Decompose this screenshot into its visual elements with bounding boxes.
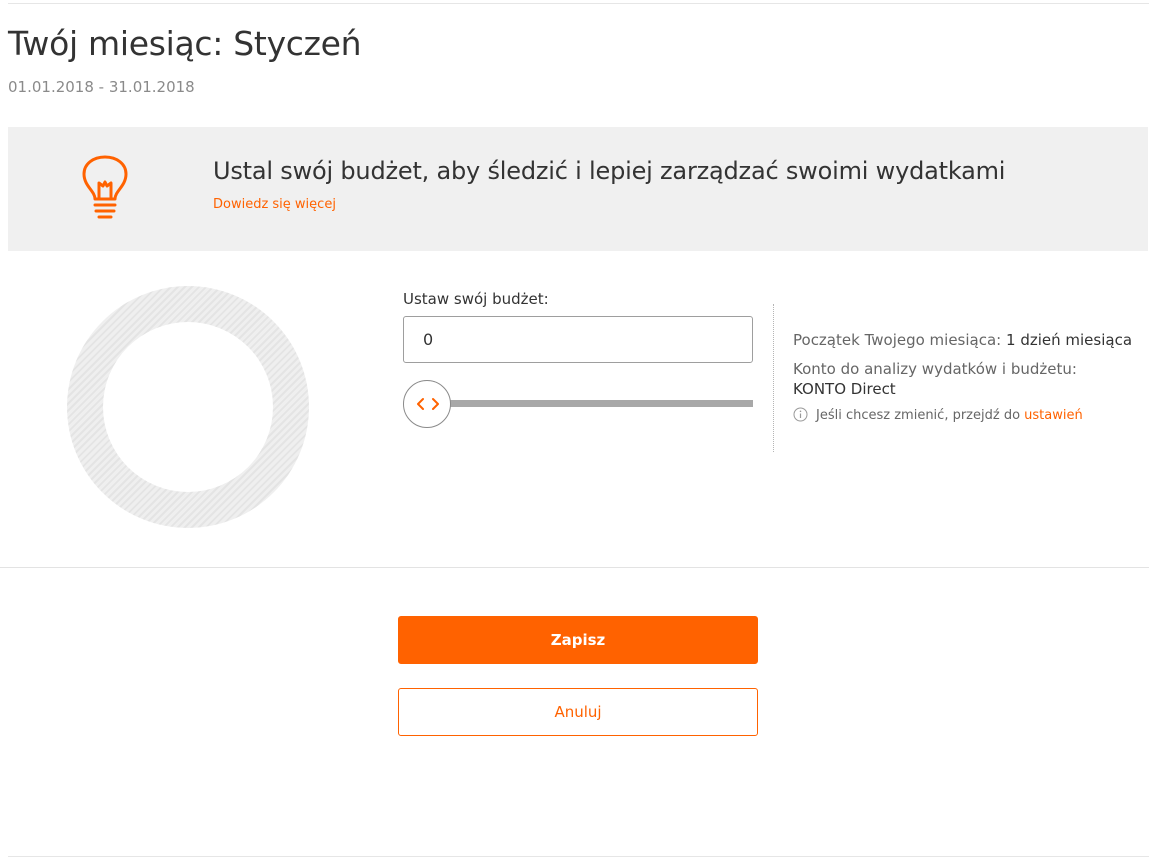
vertical-divider <box>773 304 774 452</box>
lightbulb-icon <box>80 155 130 221</box>
account-label: Konto do analizy wydatków i budżetu: <box>793 360 1077 378</box>
chevrons-left-right-icon <box>417 398 439 410</box>
learn-more-link[interactable]: Dowiedz się więcej <box>213 197 336 212</box>
save-button[interactable]: Zapisz <box>398 616 758 664</box>
settings-link[interactable]: ustawień <box>1024 408 1083 423</box>
cancel-button[interactable]: Anuluj <box>398 688 758 736</box>
section-divider <box>0 567 1149 568</box>
donut-hole <box>103 322 273 492</box>
budget-slider-handle[interactable] <box>403 380 451 428</box>
budget-donut-chart <box>67 286 309 528</box>
page-title: Twój miesiąc: Styczeń <box>8 24 362 63</box>
info-icon <box>793 407 808 422</box>
tip-banner: Ustal swój budżet, aby śledzić i lepiej … <box>8 127 1148 251</box>
top-divider <box>8 3 1149 4</box>
month-start-row: Początek Twojego miesiąca: 1 dzień miesi… <box>793 330 1132 350</box>
settings-hint: Jeśli chcesz zmienić, przejdź do ustawie… <box>793 406 1083 426</box>
budget-label: Ustaw swój budżet: <box>403 290 549 308</box>
tip-text: Ustal swój budżet, aby śledzić i lepiej … <box>213 157 1006 185</box>
hint-text: Jeśli chcesz zmienić, przejdź do <box>816 408 1021 423</box>
month-start-label: Początek Twojego miesiąca: <box>793 331 1002 349</box>
month-start-value: 1 dzień miesiąca <box>1006 331 1133 349</box>
account-value: KONTO Direct <box>793 380 896 398</box>
date-range: 01.01.2018 - 31.01.2018 <box>8 78 195 96</box>
budget-input[interactable] <box>403 316 753 363</box>
budget-slider-track[interactable] <box>427 400 753 407</box>
